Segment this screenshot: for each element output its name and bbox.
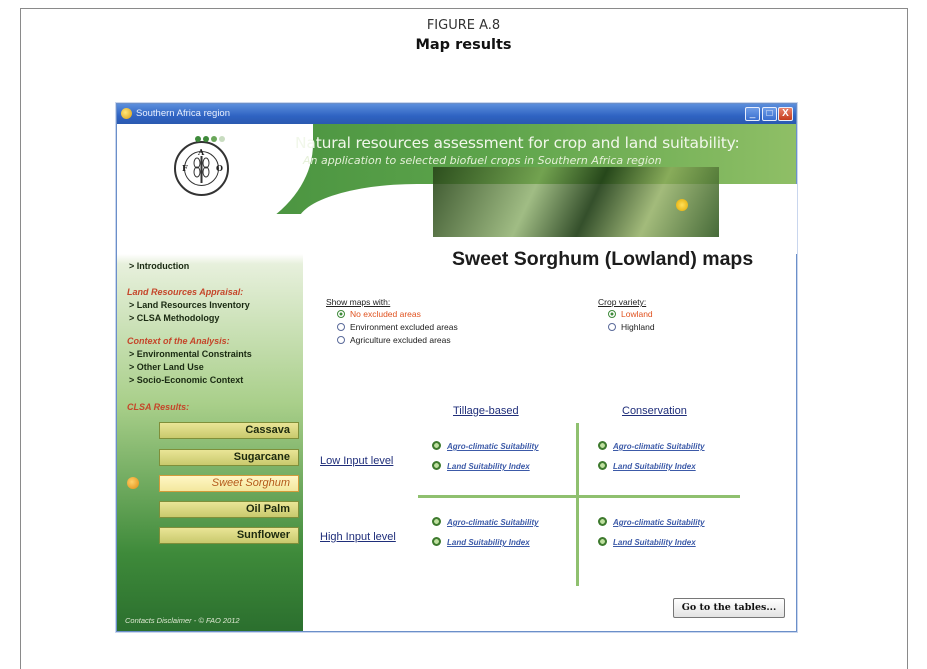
radio-icon — [337, 323, 345, 331]
radio-selected-icon — [337, 310, 345, 318]
zoom-icon — [432, 537, 441, 546]
crop-button-sugarcane[interactable]: Sugarcane — [159, 449, 299, 466]
column-header-tillage: Tillage-based — [453, 405, 519, 417]
sidebar-footer-links[interactable]: Contacts Disclaimer - © FAO 2012 — [125, 616, 240, 625]
link-low-tillage-land[interactable]: Land Suitability Index — [432, 461, 530, 471]
sidebar-heading-appraisal: Land Resources Appraisal: — [127, 287, 244, 297]
link-high-tillage-land[interactable]: Land Suitability Index — [432, 537, 530, 547]
radio-selected-icon — [608, 310, 616, 318]
figure-caption: Map results — [415, 37, 512, 53]
link-label: Land Suitability Index — [613, 538, 696, 547]
zoom-icon — [598, 441, 607, 450]
app-window: Southern Africa region _ □ X Natural res… — [116, 103, 797, 632]
show-maps-label: Show maps with: — [326, 297, 391, 307]
sidebar-item-introduction[interactable]: > Introduction — [129, 261, 189, 271]
window-title: Southern Africa region — [136, 108, 231, 119]
grid-divider-vertical — [576, 423, 579, 586]
sidebar-item-socio-economic[interactable]: > Socio-Economic Context — [129, 375, 243, 385]
sidebar-item-methodology[interactable]: > CLSA Methodology — [129, 313, 219, 323]
zoom-icon — [432, 461, 441, 470]
radio-label: Environment excluded areas — [350, 322, 458, 332]
zoom-icon — [432, 441, 441, 450]
link-label: Land Suitability Index — [613, 462, 696, 471]
link-label: Agro-climatic Suitability — [447, 442, 539, 451]
dot-icon — [195, 136, 201, 142]
app-icon — [121, 108, 132, 119]
fao-emblem-icon: F O A — [182, 147, 223, 186]
column-header-conservation: Conservation — [622, 405, 687, 417]
zoom-icon — [432, 517, 441, 526]
dot-icon — [219, 136, 225, 142]
radio-label: Highland — [621, 322, 655, 332]
radio-agriculture-excluded[interactable]: Agriculture excluded areas — [337, 335, 451, 345]
link-label: Land Suitability Index — [447, 462, 530, 471]
svg-text:F: F — [182, 163, 188, 173]
crop-variety-label: Crop variety: — [598, 297, 647, 307]
link-high-tillage-agro[interactable]: Agro-climatic Suitability — [432, 517, 539, 527]
link-label: Agro-climatic Suitability — [613, 518, 705, 527]
sidebar-heading-results: CLSA Results: — [127, 402, 190, 412]
row-header-low-input: Low Input level — [320, 455, 394, 467]
page-title: Sweet Sorghum (Lowland) maps — [452, 248, 754, 270]
grid-divider-horizontal — [418, 495, 740, 498]
radio-label: Lowland — [621, 309, 653, 319]
flower-icon — [676, 199, 688, 211]
link-label: Land Suitability Index — [447, 538, 530, 547]
sidebar-item-inventory[interactable]: > Land Resources Inventory — [129, 300, 250, 310]
crop-button-sunflower[interactable]: Sunflower — [159, 527, 299, 544]
banner-subtitle: An application to selected biofuel crops… — [303, 154, 662, 167]
close-button[interactable]: X — [778, 107, 793, 121]
row-header-high-input: High Input level — [320, 531, 396, 543]
sidebar — [117, 254, 303, 631]
radio-icon — [608, 323, 616, 331]
sidebar-item-land-use[interactable]: > Other Land Use — [129, 362, 204, 372]
radio-icon — [337, 336, 345, 344]
radio-label: Agriculture excluded areas — [350, 335, 451, 345]
crop-button-cassava[interactable]: Cassava — [159, 422, 299, 439]
dot-icon — [211, 136, 217, 142]
link-label: Agro-climatic Suitability — [447, 518, 539, 527]
zoom-icon — [598, 517, 607, 526]
dot-icon — [203, 136, 209, 142]
go-to-tables-button[interactable]: Go to the tables... — [673, 598, 785, 618]
zoom-icon — [598, 537, 607, 546]
radio-environment-excluded[interactable]: Environment excluded areas — [337, 322, 458, 332]
banner-title: Natural resources assessment for crop an… — [295, 134, 740, 152]
link-high-conservation-agro[interactable]: Agro-climatic Suitability — [598, 517, 705, 527]
sidebar-heading-context: Context of the Analysis: — [127, 336, 230, 346]
minimize-button[interactable]: _ — [745, 107, 760, 121]
window-titlebar[interactable]: Southern Africa region _ □ X — [117, 104, 796, 124]
active-crop-indicator-icon — [127, 477, 139, 489]
radio-no-excluded[interactable]: No excluded areas — [337, 309, 421, 319]
radio-label: No excluded areas — [350, 309, 421, 319]
sidebar-item-environmental[interactable]: > Environmental Constraints — [129, 349, 252, 359]
link-low-conservation-agro[interactable]: Agro-climatic Suitability — [598, 441, 705, 451]
svg-text:O: O — [216, 163, 223, 173]
zoom-icon — [598, 461, 607, 470]
link-low-conservation-land[interactable]: Land Suitability Index — [598, 461, 696, 471]
crop-button-sweet-sorghum[interactable]: Sweet Sorghum — [159, 475, 299, 492]
fao-logo: F O A — [174, 141, 229, 196]
maximize-button[interactable]: □ — [762, 107, 777, 121]
crop-button-oil-palm[interactable]: Oil Palm — [159, 501, 299, 518]
radio-lowland[interactable]: Lowland — [608, 309, 653, 319]
link-label: Agro-climatic Suitability — [613, 442, 705, 451]
figure-number: FIGURE A.8 — [426, 18, 501, 33]
link-high-conservation-land[interactable]: Land Suitability Index — [598, 537, 696, 547]
radio-highland[interactable]: Highland — [608, 322, 655, 332]
svg-text:A: A — [197, 147, 205, 157]
link-low-tillage-agro[interactable]: Agro-climatic Suitability — [432, 441, 539, 451]
